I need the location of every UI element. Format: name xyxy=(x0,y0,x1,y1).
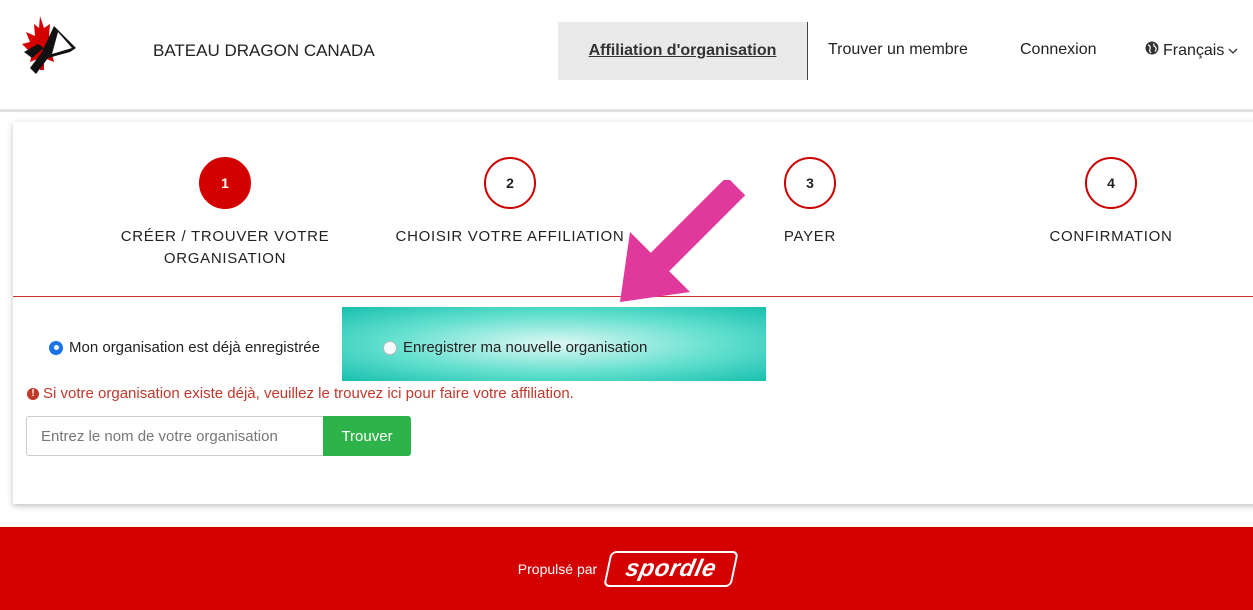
org-search-input[interactable] xyxy=(26,416,324,456)
globe-icon xyxy=(1145,41,1159,60)
find-button[interactable]: Trouver xyxy=(323,416,411,456)
step-1-circle: 1 xyxy=(199,157,251,209)
step-4: 4 CONFIRMATION xyxy=(981,157,1241,248)
radio-existing-org[interactable] xyxy=(49,340,63,355)
warning-message: ! Si votre organisation existe déjà, veu… xyxy=(27,385,574,402)
dragon-boat-canada-logo[interactable] xyxy=(18,12,78,92)
exclamation-circle-icon: ! xyxy=(27,387,39,400)
step-2-circle: 2 xyxy=(484,157,536,209)
site-title[interactable]: BATEAU DRAGON CANADA xyxy=(153,41,375,61)
nav-login[interactable]: Connexion xyxy=(1020,41,1097,59)
step-4-circle: 4 xyxy=(1085,157,1137,209)
site-header: BATEAU DRAGON CANADA Affiliation d'organ… xyxy=(0,0,1253,112)
chevron-down-icon xyxy=(1228,42,1238,60)
step-1: 1 CRÉER / TROUVER VOTRE ORGANISATION xyxy=(95,157,355,270)
step-2-label: CHOISIR VOTRE AFFILIATION xyxy=(395,228,625,245)
step-2: 2 CHOISIR VOTRE AFFILIATION xyxy=(380,157,640,248)
option-existing-org[interactable]: Mon organisation est déjà enregistrée xyxy=(49,339,320,356)
language-selector[interactable]: Français xyxy=(1145,41,1238,60)
radio-new-org[interactable] xyxy=(383,340,397,355)
language-label: Français xyxy=(1163,41,1225,59)
step-4-label: CONFIRMATION xyxy=(1049,228,1173,245)
pointer-arrow-icon xyxy=(620,180,746,302)
warning-text: Si votre organisation existe déjà, veuil… xyxy=(43,385,574,402)
step-1-label: CRÉER / TROUVER VOTRE ORGANISATION xyxy=(120,228,330,267)
nav-org-affiliation[interactable]: Affiliation d'organisation xyxy=(558,22,808,80)
spordle-logo[interactable]: spordle xyxy=(603,550,740,587)
nav-find-member[interactable]: Trouver un membre xyxy=(828,41,968,59)
option-new-label: Enregistrer ma nouvelle organisation xyxy=(403,339,648,356)
powered-by-label: Propulsé par xyxy=(517,560,598,577)
site-footer: Propulsé par spordle xyxy=(0,527,1253,610)
step-3-circle: 3 xyxy=(784,157,836,209)
option-new-org[interactable]: Enregistrer ma nouvelle organisation xyxy=(383,339,647,356)
option-existing-label: Mon organisation est déjà enregistrée xyxy=(69,339,320,356)
